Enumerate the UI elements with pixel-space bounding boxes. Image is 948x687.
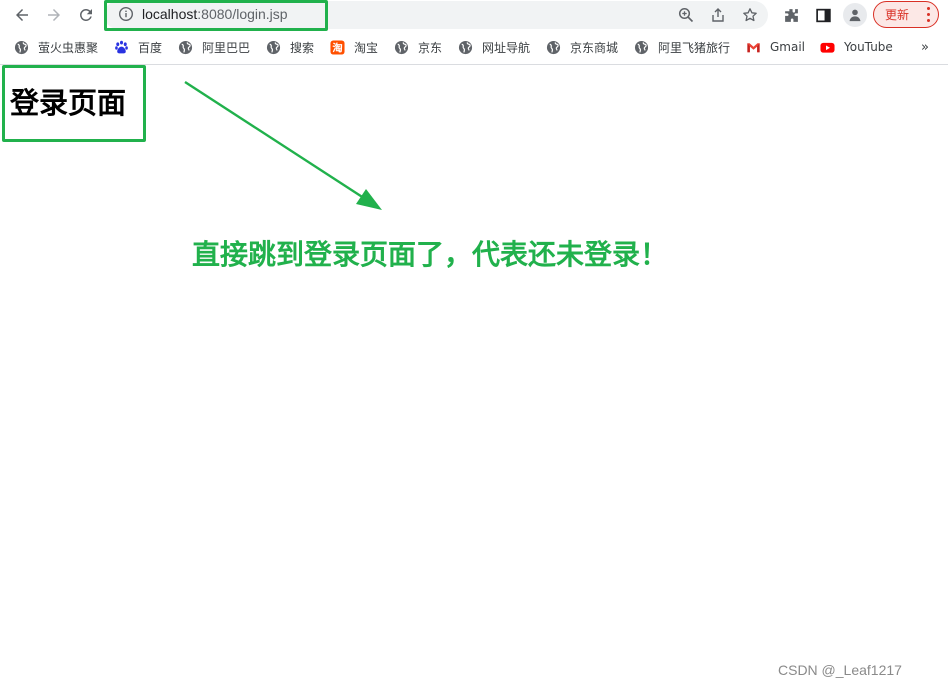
annotation-arrow (184, 80, 382, 210)
forward-button[interactable] (42, 4, 66, 26)
annotation-text: 直接跳到登录页面了，代表还未登录！ (192, 238, 669, 271)
bookmark-item[interactable]: 阿里巴巴 (178, 38, 250, 56)
globe-icon (634, 40, 649, 55)
globe-icon (266, 40, 281, 55)
bookmarks-overflow-button[interactable]: » (917, 38, 933, 56)
globe-icon (14, 40, 29, 55)
bookmark-item[interactable]: 阿里飞猪旅行 (634, 38, 730, 56)
heading-highlight-box (2, 65, 146, 142)
bookmark-item[interactable]: 京东商城 (546, 38, 618, 56)
extensions-icon[interactable] (780, 4, 802, 26)
share-icon[interactable] (708, 5, 728, 25)
bookmark-item[interactable]: 淘 淘宝 (330, 38, 378, 56)
bookmark-label: 京东商城 (570, 40, 619, 55)
globe-icon (546, 40, 561, 55)
browser-toolbar: localhost:8080/login.jsp 更新 (0, 0, 948, 30)
bookmarks-bar: 萤火虫惠聚 百度 阿里巴巴 搜索 淘 淘宝 京东 网址导航 京东商城 阿里飞猪旅… (0, 34, 948, 60)
bookmark-label: YouTube (844, 40, 893, 54)
youtube-icon (820, 40, 835, 55)
taobao-icon: 淘 (330, 39, 345, 55)
bookmark-star-icon[interactable] (740, 5, 760, 25)
back-arrow-icon (16, 9, 28, 21)
profile-avatar[interactable] (843, 3, 867, 27)
globe-icon (394, 40, 409, 55)
update-button-label: 更新 (885, 8, 910, 22)
bookmark-label: 搜索 (290, 40, 315, 55)
url-path: /login.jsp (232, 6, 288, 22)
bookmark-label: 阿里巴巴 (202, 40, 251, 55)
reload-button[interactable] (74, 4, 98, 26)
baidu-icon (114, 40, 129, 55)
bookmark-label: 萤火虫惠聚 (38, 40, 99, 55)
update-button[interactable]: 更新 (873, 1, 939, 28)
back-button[interactable] (10, 4, 34, 26)
bookmark-item[interactable]: 萤火虫惠聚 (14, 38, 98, 56)
bookmark-label: 淘宝 (354, 40, 379, 55)
url-text[interactable]: localhost:8080/login.jsp (142, 6, 288, 22)
reload-icon (79, 8, 92, 21)
svg-text:淘: 淘 (332, 41, 342, 54)
site-info-icon[interactable] (118, 6, 134, 22)
gmail-icon (746, 40, 761, 55)
bookmark-label: 百度 (138, 40, 163, 55)
person-icon (849, 9, 861, 22)
bookmark-label: Gmail (770, 40, 806, 54)
globe-icon (178, 40, 193, 55)
globe-icon (458, 40, 473, 55)
bookmark-label: 网址导航 (482, 40, 531, 55)
bookmark-item[interactable]: 搜索 (266, 38, 314, 56)
bookmark-label: 京东 (418, 40, 443, 55)
bookmark-item[interactable]: YouTube (820, 38, 893, 56)
forward-arrow-icon (48, 9, 60, 21)
side-panel-icon[interactable] (812, 4, 834, 26)
bookmark-item[interactable]: 百度 (114, 38, 162, 56)
bookmark-item[interactable]: 网址导航 (458, 38, 530, 56)
csdn-watermark: CSDN @_Leaf1217 (778, 662, 902, 678)
more-menu-icon (926, 7, 930, 22)
zoom-icon[interactable] (676, 5, 696, 25)
bookmark-item[interactable]: 京东 (394, 38, 442, 56)
bookmark-label: 阿里飞猪旅行 (658, 40, 731, 55)
url-port: :8080 (197, 6, 233, 22)
bookmark-item[interactable]: Gmail (746, 38, 805, 56)
url-host: localhost (142, 6, 198, 22)
